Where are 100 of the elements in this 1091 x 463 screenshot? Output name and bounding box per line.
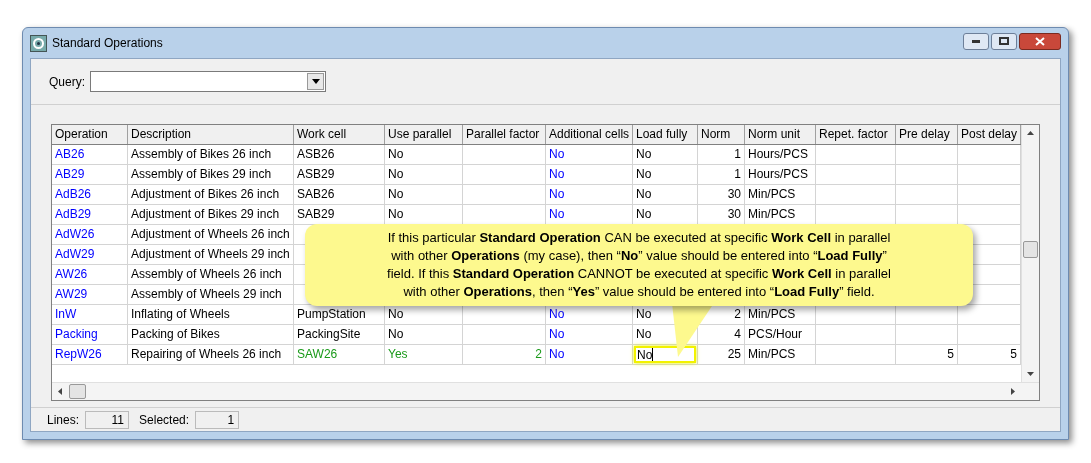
column-header[interactable]: Pre delay — [896, 125, 958, 144]
table-cell-text: No — [387, 166, 405, 183]
scroll-right-icon[interactable] — [1011, 388, 1015, 395]
table-cell-text: AdB26 — [54, 186, 93, 203]
table-cell-text: Adjustment of Wheels 29 inch — [130, 246, 291, 263]
window-title: Standard Operations — [52, 35, 163, 52]
table-cell-text: PumpStation — [296, 306, 367, 323]
table-cell-text: RepW26 — [54, 346, 103, 363]
table-cell-text: No — [548, 206, 566, 223]
table-cell-text: Inflating of Wheels — [130, 306, 231, 323]
table-cell-text: AdB29 — [54, 206, 93, 223]
close-button[interactable] — [1019, 32, 1061, 50]
column-header[interactable]: Load fully — [633, 125, 698, 144]
table-cell-text: Min/PCS — [747, 306, 797, 323]
table-cell-text: Repairing of Wheels 26 inch — [130, 346, 283, 363]
table-cell-text: 5 — [1009, 346, 1018, 363]
table-cell-text: 25 — [726, 346, 742, 363]
table-cell-text: No — [548, 346, 566, 363]
selected-count: 1 — [195, 410, 240, 429]
column-header[interactable]: Repet. factor — [816, 125, 896, 144]
table-cell-text: Packing of Bikes — [130, 326, 221, 343]
table-cell-text: No — [635, 206, 653, 223]
table-cell-text: No — [548, 326, 566, 343]
table-cell-text: 2 — [733, 306, 742, 323]
table-cell-text: ASB26 — [296, 146, 336, 163]
table-cell-text: Assembly of Wheels 29 inch — [130, 286, 283, 303]
column-header[interactable]: Work cell — [294, 125, 385, 144]
table-cell-text: 2 — [534, 346, 543, 363]
table-cell-text: No — [548, 306, 566, 323]
table-cell-text: Min/PCS — [747, 186, 797, 203]
lines-count: 11 — [85, 410, 130, 429]
table-cell-text: Adjustment of Bikes 29 inch — [130, 206, 281, 223]
table-cell-text: AB29 — [54, 166, 86, 183]
table-cell-text: Min/PCS — [747, 346, 797, 363]
table-cell-text: 4 — [733, 326, 742, 343]
table-cell-text: No — [387, 306, 405, 323]
table-cell-text: InW — [54, 306, 78, 323]
table-cell-text: SAB26 — [296, 186, 336, 203]
table-cell-text: Adjustment of Bikes 26 inch — [130, 186, 281, 203]
close-icon — [1035, 36, 1045, 46]
table-cell-text: No — [635, 166, 653, 183]
table-cell-text: 1 — [733, 166, 742, 183]
table-cell-text: Hours/PCS — [747, 146, 810, 163]
query-dropdown[interactable] — [90, 71, 326, 92]
app-icon — [30, 34, 47, 52]
table-cell-text: Assembly of Bikes 26 inch — [130, 146, 273, 163]
column-header[interactable]: Additional cells — [546, 125, 633, 144]
vertical-scrollbar[interactable] — [1021, 125, 1039, 382]
column-header[interactable]: Norm — [698, 125, 745, 144]
table-cell-text: 1 — [733, 146, 742, 163]
table-cell-text: AW29 — [54, 286, 89, 303]
column-header[interactable]: Description — [128, 125, 294, 144]
table-cell-text: Min/PCS — [747, 206, 797, 223]
column-header[interactable]: Operation — [52, 125, 128, 144]
table-cell-text: No — [635, 326, 653, 343]
column-header[interactable]: Parallel factor — [463, 125, 546, 144]
table-cell-text: Assembly of Wheels 26 inch — [130, 266, 283, 283]
table-cell-editor[interactable]: No — [634, 346, 696, 363]
table-cell-text: Yes — [387, 346, 409, 363]
table-cell-text: No — [387, 146, 405, 163]
table-cell-text: Hours/PCS — [747, 166, 810, 183]
selected-label: Selected: — [139, 411, 190, 429]
table-cell-text: No — [635, 186, 653, 203]
horizontal-scrollbar[interactable] — [52, 382, 1039, 400]
column-header[interactable]: Use parallel — [385, 125, 463, 144]
table-cell-text: No — [387, 186, 405, 203]
column-header[interactable]: Norm unit — [745, 125, 816, 144]
dropdown-arrow-icon — [311, 79, 320, 84]
scroll-thumb[interactable] — [69, 384, 86, 399]
table-cell-text: No — [548, 186, 566, 203]
table-cell-text: No — [387, 326, 405, 343]
table-cell-text: AdW26 — [54, 226, 96, 243]
scroll-thumb[interactable] — [1023, 241, 1038, 258]
table-cell-text: No — [548, 146, 566, 163]
table-cell-text: AdW29 — [54, 246, 96, 263]
table-cell-text: SAW26 — [296, 346, 339, 363]
table-cell-text: 30 — [726, 206, 742, 223]
scroll-up-icon[interactable] — [1027, 131, 1034, 135]
maximize-button[interactable] — [991, 32, 1017, 50]
table-cell-text: 30 — [726, 186, 742, 203]
table-cell-text: Adjustment of Wheels 26 inch — [130, 226, 291, 243]
table-cell-text: AW26 — [54, 266, 89, 283]
table-cell-text: PCS/Hour — [747, 326, 804, 343]
table-cell-text: ASB29 — [296, 166, 336, 183]
table-cell-text: PackingSite — [296, 326, 362, 343]
table-cell-text: SAB29 — [296, 206, 336, 223]
callout-text: If this particular Standard Operation CAN be executed at specific Work Cell in parallel with other Operations (my case), then “No” value should be entered into “Load Fully” field. If this Standard Operation CANNOT be executed at specific Work Cell in parallel with other Operations, then “Yes” value should be entered into “Load Fully” field. — [387, 229, 891, 301]
table-cell-text: No — [635, 306, 653, 323]
query-label: Query: — [49, 73, 85, 91]
table-cell-text: 5 — [946, 346, 955, 363]
table-cell-text: AB26 — [54, 146, 86, 163]
table-cell-text: Packing — [54, 326, 99, 343]
scroll-down-icon[interactable] — [1027, 372, 1034, 376]
minimize-button[interactable] — [963, 32, 989, 50]
table-cell-text: No — [635, 146, 653, 163]
table-cell-text: No — [548, 166, 566, 183]
table-cell-text: Assembly of Bikes 29 inch — [130, 166, 273, 183]
scroll-left-icon[interactable] — [58, 388, 62, 395]
lines-label: Lines: — [47, 411, 80, 429]
table-cell-text: No — [387, 206, 405, 223]
